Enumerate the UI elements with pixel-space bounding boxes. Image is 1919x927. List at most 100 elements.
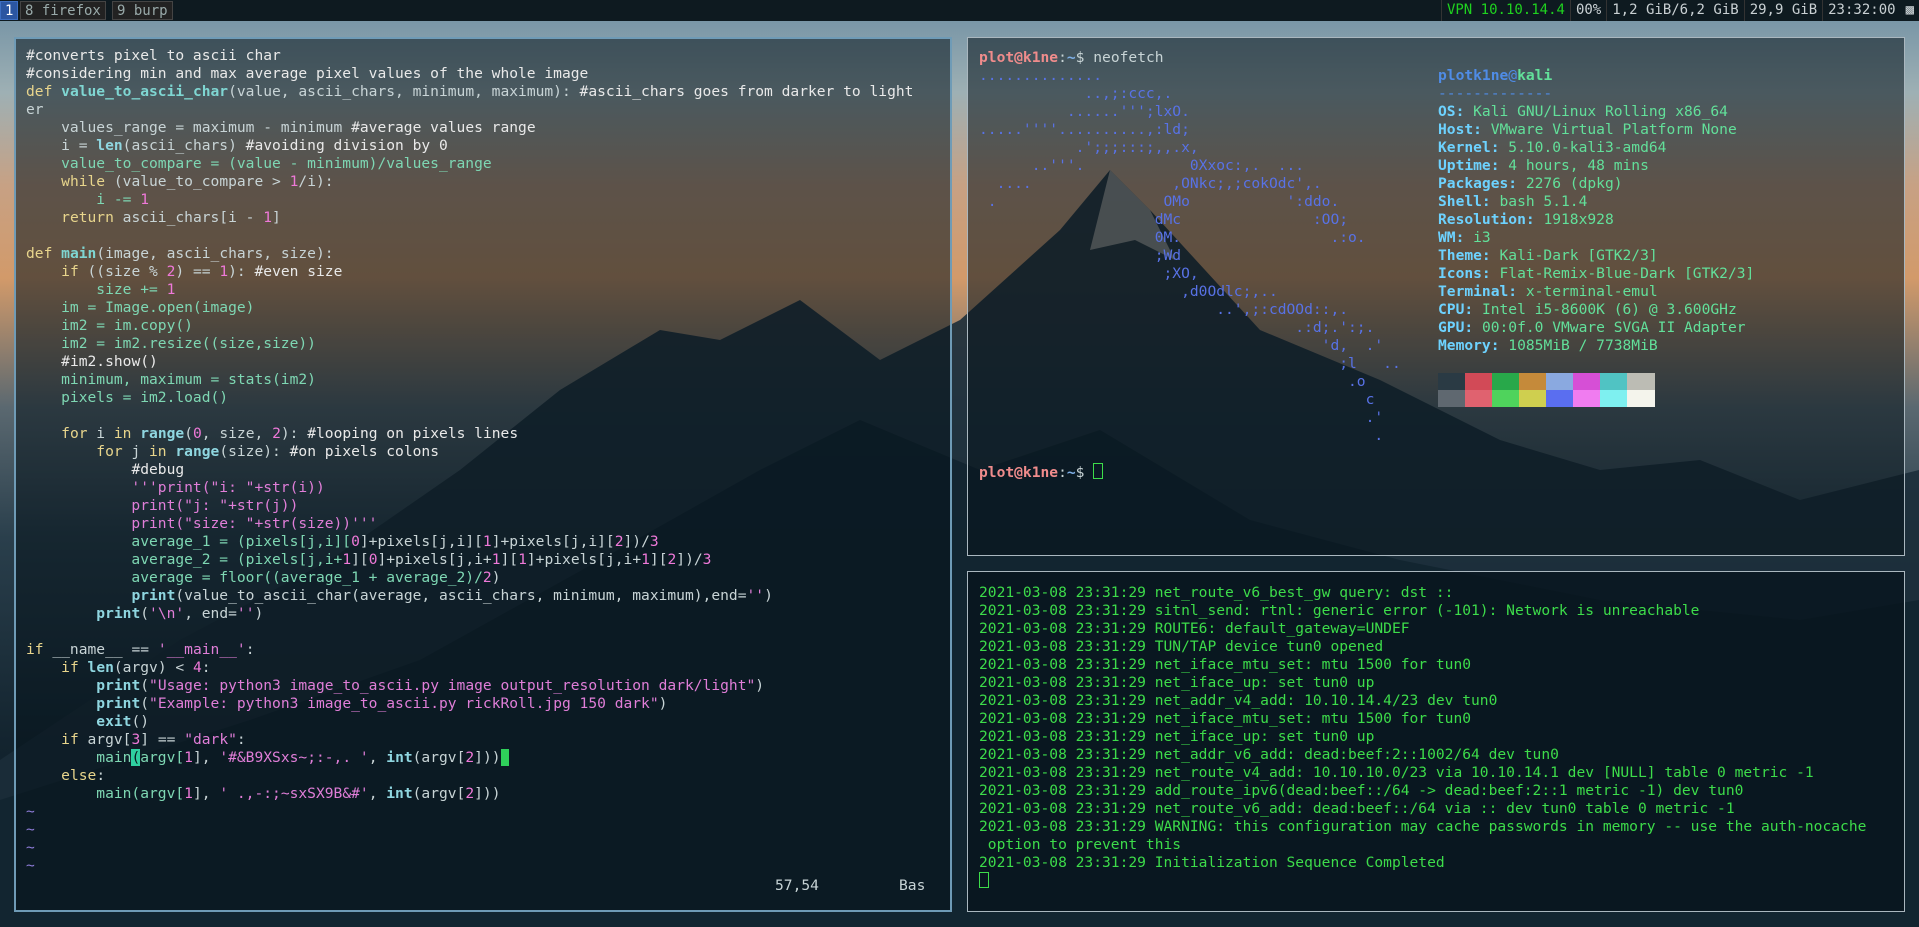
code-line: er: [26, 101, 44, 118]
info-value: 4 hours, 48 mins: [1499, 157, 1649, 174]
status-blocks: VPN 10.10.14.4 00% 1,2 GiB/6,2 GiB 29,9 …: [1440, 0, 1919, 21]
code-line: print("size: "+str(size))''': [26, 515, 378, 532]
log-line: 2021-03-08 23:31:29 net_route_v4_add: 10…: [979, 764, 1814, 781]
logo-line: ;XO,: [979, 265, 1199, 282]
workspace-burp[interactable]: 9 burp: [112, 1, 173, 20]
info-separator: -------------: [1438, 85, 1553, 102]
vim-editor-buffer[interactable]: #converts pixel to ascii char #considerin…: [26, 47, 913, 875]
info-key: OS:: [1438, 103, 1465, 120]
code-line: return ascii_chars[i - 1]: [61, 209, 281, 226]
info-row: Host: VMware Virtual Platform None: [1438, 121, 1754, 139]
info-row: OS: Kali GNU/Linux Rolling x86_64: [1438, 103, 1754, 121]
code-line: pixels = im2.load(): [26, 389, 229, 406]
kali-ascii-logo: .............. ..,;:ccc,. ......''';lxO.…: [979, 67, 1401, 445]
code-line: main(argv[1], ' .,-:;~sxSX9B&#', int(arg…: [26, 785, 501, 802]
logo-line: 0M. .:o.: [979, 229, 1366, 246]
info-key: Uptime:: [1438, 157, 1500, 174]
workspace-1[interactable]: 1: [0, 1, 19, 20]
tray-icon[interactable]: ▩: [1901, 0, 1919, 21]
prompt-symbol: $: [1075, 49, 1085, 66]
code-line: for i in range(0, size, 2): #looping on …: [61, 425, 519, 442]
color-swatch: [1519, 390, 1547, 407]
code-line: print(value_to_ascii_char(average, ascii…: [131, 587, 773, 604]
logo-line: .: [979, 427, 1384, 444]
workspace-firefox[interactable]: 8 firefox: [20, 1, 106, 20]
info-key: Kernel:: [1438, 139, 1500, 156]
code-line: def main(image, ascii_chars, size):: [26, 245, 334, 262]
color-swatch: [1465, 390, 1493, 407]
logo-line: c: [979, 391, 1375, 408]
prompt-user-2: plot@k1ne: [979, 464, 1059, 481]
code-line: print("Usage: python3 image_to_ascii.py …: [96, 677, 765, 694]
logo-line: 'd, .': [979, 337, 1384, 354]
log-line: option to prevent this: [979, 836, 1182, 853]
color-swatch: [1600, 373, 1628, 390]
disk-status: 29,9 GiB: [1743, 0, 1822, 21]
info-row: Memory: 1085MiB / 7738MiB: [1438, 337, 1754, 355]
vpn-status: VPN 10.10.14.4: [1440, 0, 1570, 21]
logo-line: .:d;.':;.: [979, 319, 1375, 336]
code-line: else:: [61, 767, 106, 784]
info-key: Resolution:: [1438, 211, 1535, 228]
log-line: 2021-03-08 23:31:29 sitnl_send: rtnl: ge…: [979, 602, 1700, 619]
color-swatch: [1546, 373, 1574, 390]
logo-line: .... ,ONkc;,;cokOdc',.: [979, 175, 1322, 192]
info-user: plotk1ne: [1438, 67, 1509, 84]
logo-line: .o: [979, 373, 1366, 390]
logo-line: . OMo ':ddo.: [979, 193, 1340, 210]
log-line: 2021-03-08 23:31:29 add_route_ipv6(dead:…: [979, 782, 1744, 799]
info-value: x-terminal-emul: [1517, 283, 1658, 300]
code-line: if len(argv) < 4:: [61, 659, 211, 676]
info-value: Kali-Dark [GTK2/3]: [1490, 247, 1658, 264]
code-line: print('\n', end=''): [96, 605, 264, 622]
code-line: exit(): [96, 713, 150, 730]
logo-line: ..............: [979, 67, 1103, 84]
logo-line: dMc :OO;: [979, 211, 1349, 228]
info-value: Kali GNU/Linux Rolling x86_64: [1464, 103, 1728, 120]
info-row: Shell: bash 5.1.4: [1438, 193, 1754, 211]
log-line: 2021-03-08 23:31:29 TUN/TAP device tun0 …: [979, 638, 1384, 655]
code-line: print("j: "+str(j)): [26, 497, 299, 514]
color-swatch: [1546, 390, 1574, 407]
info-key: Terminal:: [1438, 283, 1518, 300]
logo-line: ......''';lxO.: [979, 103, 1190, 120]
log-line: 2021-03-08 23:31:29 net_iface_mtu_set: m…: [979, 710, 1472, 727]
info-value: VMware Virtual Platform None: [1481, 121, 1737, 138]
logo-line: ..,;:ccc,.: [979, 85, 1173, 102]
code-line: #im2.show(): [61, 353, 158, 370]
code-line: '''print("i: "+str(i)): [26, 479, 325, 496]
code-line: for j in range(size): #on pixels colons: [96, 443, 439, 460]
info-value: i3: [1464, 229, 1491, 246]
log-line: 2021-03-08 23:31:29 net_route_v6_best_gw…: [979, 584, 1454, 601]
info-key: Icons:: [1438, 265, 1491, 282]
logo-line: .': [979, 409, 1384, 426]
command-text: neofetch: [1093, 49, 1164, 66]
neofetch-second-prompt[interactable]: plot@k1ne:~$: [979, 463, 1104, 482]
code-line: ~: [26, 821, 35, 838]
code-line: im2 = im2.resize((size,size)): [26, 335, 316, 352]
log-line: 2021-03-08 23:31:29 net_addr_v4_add: 10.…: [979, 692, 1498, 709]
log-line: 2021-03-08 23:31:29 net_iface_up: set tu…: [979, 728, 1375, 745]
log-cursor: [979, 872, 989, 888]
info-row: GPU: 00:0f.0 VMware SVGA II Adapter: [1438, 319, 1754, 337]
code-line: #considering min and max average pixel v…: [26, 65, 589, 82]
info-value: 00:0f.0 VMware SVGA II Adapter: [1473, 319, 1746, 336]
color-swatch: [1465, 373, 1493, 390]
code-line: im = Image.open(image): [26, 299, 255, 316]
info-row: Uptime: 4 hours, 48 mins: [1438, 157, 1754, 175]
info-row: Theme: Kali-Dark [GTK2/3]: [1438, 247, 1754, 265]
info-row: Packages: 2276 (dpkg): [1438, 175, 1754, 193]
code-line: print("Example: python3 image_to_ascii.p…: [96, 695, 668, 712]
color-swatch: [1627, 390, 1655, 407]
color-swatch: [1519, 373, 1547, 390]
logo-line: .....''''..........,:ld;: [979, 121, 1190, 138]
code-line: ~: [26, 803, 35, 820]
system-info: plotk1ne@kali ------------- OS: Kali GNU…: [1438, 67, 1754, 355]
code-line: def value_to_ascii_char(value, ascii_cha…: [26, 83, 914, 100]
info-value: Flat-Remix-Blue-Dark [GTK2/3]: [1490, 265, 1755, 282]
info-row: Resolution: 1918x928: [1438, 211, 1754, 229]
info-key: CPU:: [1438, 301, 1474, 318]
color-swatch: [1627, 373, 1655, 390]
info-value: 5.10.0-kali3-amd64: [1499, 139, 1667, 156]
